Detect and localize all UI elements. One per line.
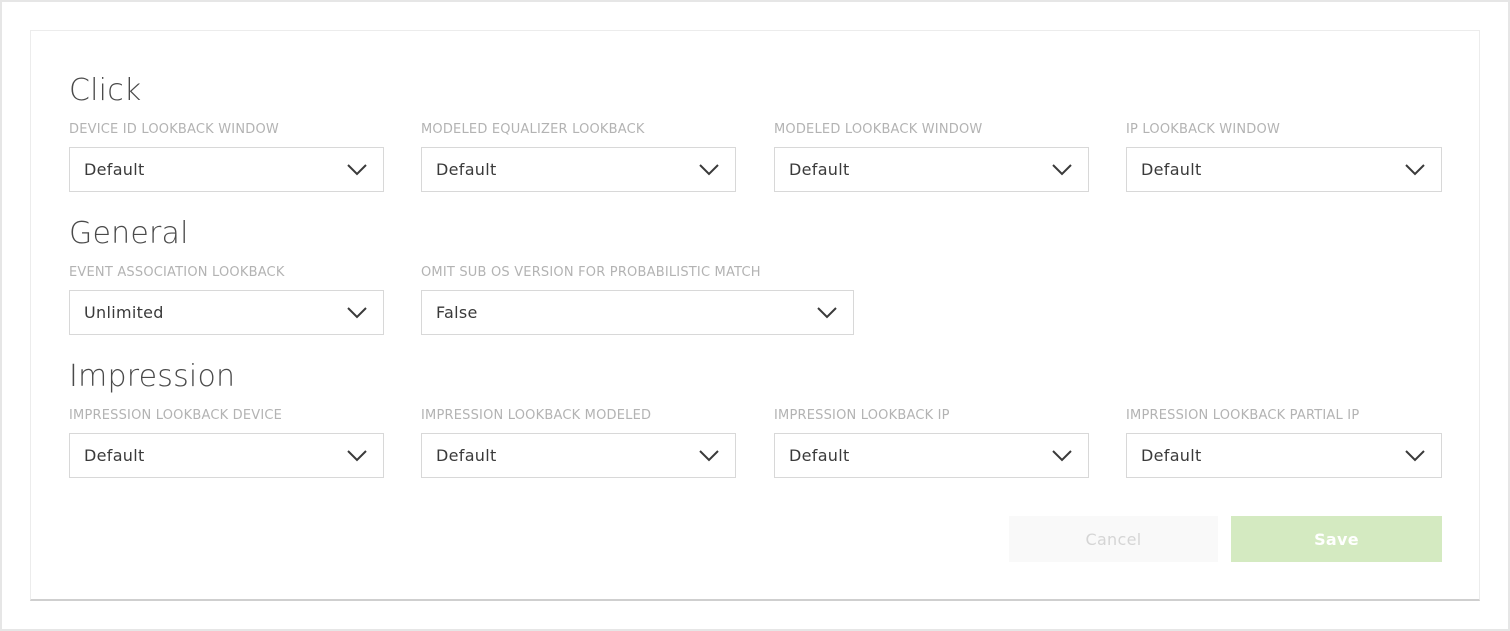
select-modeled-lookback-window[interactable]: Default: [774, 147, 1089, 192]
field-label-impression-lookback-ip: IMPRESSION LOOKBACK IP: [774, 408, 950, 423]
section-title-general: General: [69, 216, 189, 251]
field-label-omit-sub-os-version: OMIT SUB OS VERSION FOR PROBABILISTIC MA…: [421, 265, 761, 280]
chevron-down-icon: [1052, 164, 1072, 176]
chevron-down-icon: [347, 450, 367, 462]
select-modeled-equalizer-lookback[interactable]: Default: [421, 147, 736, 192]
field-label-impression-lookback-device: IMPRESSION LOOKBACK DEVICE: [69, 408, 283, 423]
select-value: False: [436, 303, 478, 322]
select-value: Default: [1141, 446, 1202, 465]
select-impression-lookback-device[interactable]: Default: [69, 433, 384, 478]
field-label-impression-lookback-partial-ip: IMPRESSION LOOKBACK PARTIAL IP: [1126, 408, 1360, 423]
select-omit-sub-os-version[interactable]: False: [421, 290, 854, 335]
chevron-down-icon: [699, 450, 719, 462]
save-button[interactable]: Save: [1231, 516, 1442, 562]
select-value: Default: [1141, 160, 1202, 179]
select-value: Default: [436, 446, 497, 465]
select-impression-lookback-ip[interactable]: Default: [774, 433, 1089, 478]
select-value: Default: [789, 446, 850, 465]
select-device-id-lookback-window[interactable]: Default: [69, 147, 384, 192]
section-title-click: Click: [69, 73, 142, 108]
field-label-modeled-equalizer-lookback: MODELED EQUALIZER LOOKBACK: [421, 122, 645, 137]
select-value: Unlimited: [84, 303, 164, 322]
select-ip-lookback-window[interactable]: Default: [1126, 147, 1442, 192]
field-label-ip-lookback-window: IP LOOKBACK WINDOW: [1126, 122, 1281, 137]
field-label-event-association-lookback: EVENT ASSOCIATION LOOKBACK: [69, 265, 285, 280]
select-value: Default: [84, 160, 145, 179]
select-event-association-lookback[interactable]: Unlimited: [69, 290, 384, 335]
chevron-down-icon: [347, 307, 367, 319]
chevron-down-icon: [699, 164, 719, 176]
chevron-down-icon: [1405, 164, 1425, 176]
select-value: Default: [84, 446, 145, 465]
select-impression-lookback-partial-ip[interactable]: Default: [1126, 433, 1442, 478]
chevron-down-icon: [817, 307, 837, 319]
select-value: Default: [436, 160, 497, 179]
chevron-down-icon: [1405, 450, 1425, 462]
chevron-down-icon: [1052, 450, 1072, 462]
field-label-device-id-lookback-window: DEVICE ID LOOKBACK WINDOW: [69, 122, 279, 137]
chevron-down-icon: [347, 164, 367, 176]
select-value: Default: [789, 160, 850, 179]
section-title-impression: Impression: [69, 359, 236, 394]
select-impression-lookback-modeled[interactable]: Default: [421, 433, 736, 478]
cancel-button[interactable]: Cancel: [1009, 516, 1218, 562]
field-label-modeled-lookback-window: MODELED LOOKBACK WINDOW: [774, 122, 983, 137]
field-label-impression-lookback-modeled: IMPRESSION LOOKBACK MODELED: [421, 408, 652, 423]
